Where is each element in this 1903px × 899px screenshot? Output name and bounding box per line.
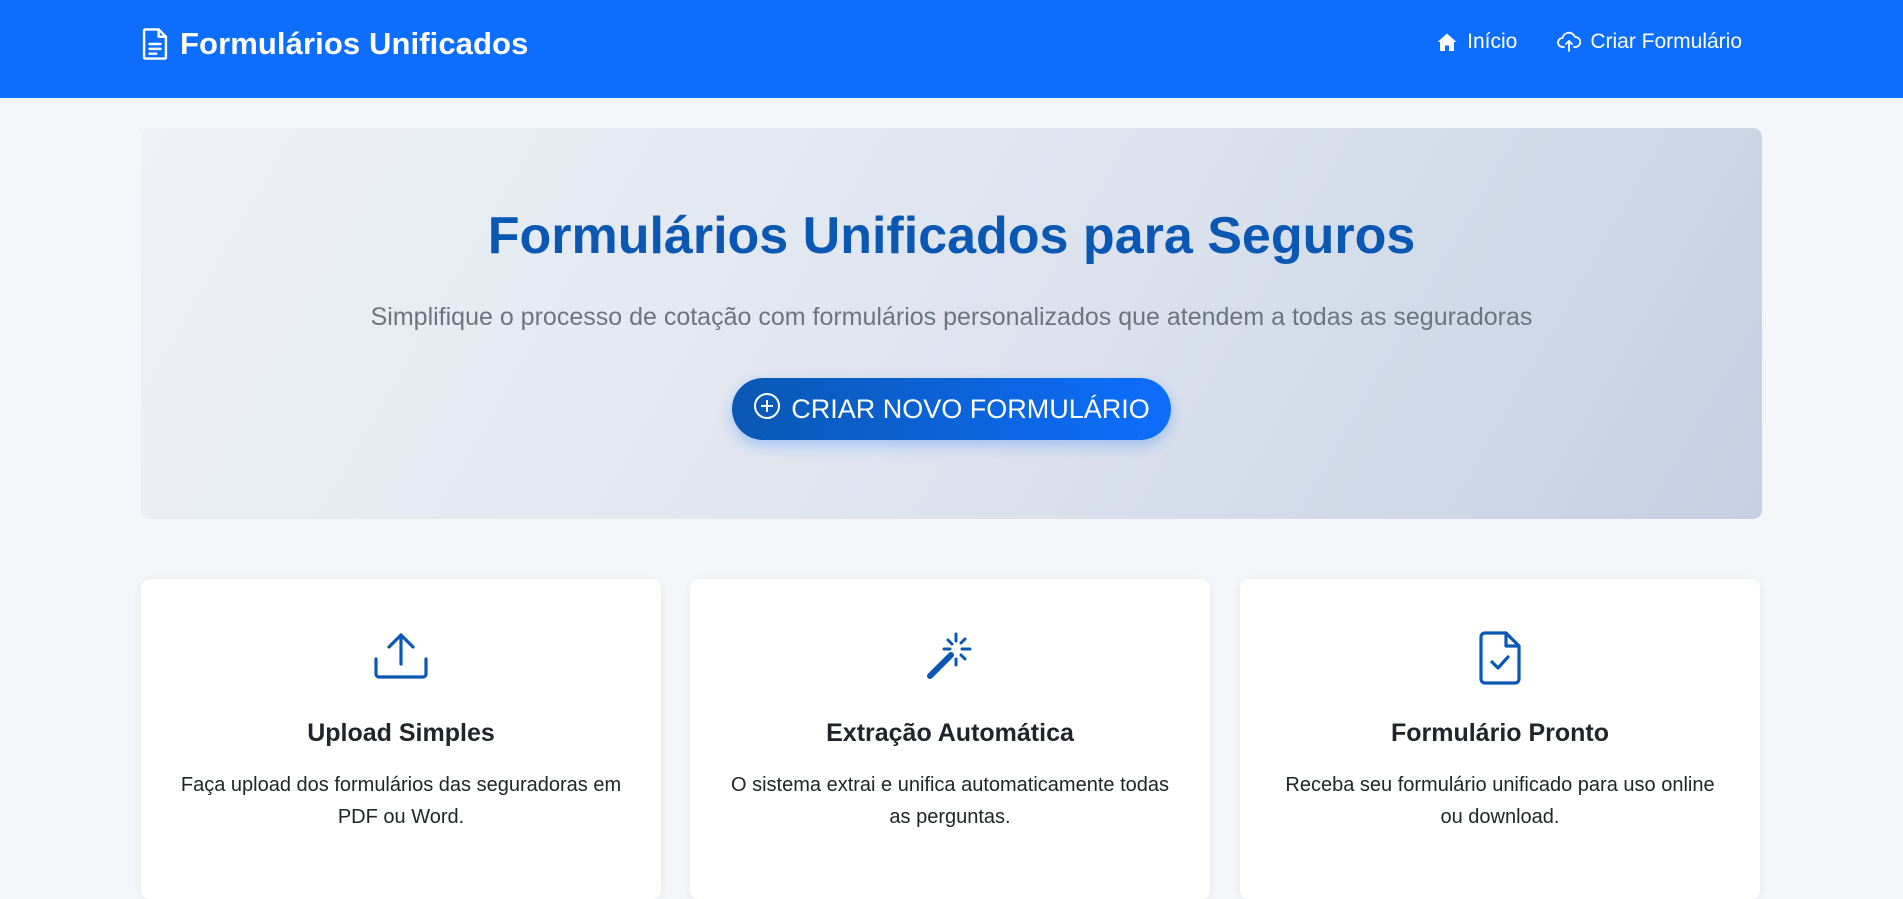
create-form-button-label: CRIAR NOVO FORMULÁRIO <box>791 393 1150 424</box>
document-icon <box>140 27 170 61</box>
hero-title: Formulários Unificados para Seguros <box>487 207 1416 265</box>
nav-links: Início Criar Formulário <box>1436 30 1742 54</box>
plus-circle-icon <box>753 392 781 427</box>
navbar: Formulários Unificados Início Criar Form… <box>0 0 1903 98</box>
nav-link-label: Início <box>1467 30 1518 53</box>
hero-subtitle: Simplifique o processo de cotação com fo… <box>370 303 1533 331</box>
nav-link-inicio[interactable]: Início <box>1436 30 1517 54</box>
feature-title: Formulário Pronto <box>1390 719 1610 747</box>
upload-icon <box>374 631 428 684</box>
nav-link-criar-formulario[interactable]: Criar Formulário <box>1557 30 1742 54</box>
home-icon <box>1436 32 1458 52</box>
cloud-upload-icon <box>1557 31 1582 53</box>
feature-card-extraction: Extração Automática O sistema extrai e u… <box>690 579 1210 899</box>
create-form-button[interactable]: CRIAR NOVO FORMULÁRIO <box>732 378 1171 440</box>
brand-link[interactable]: Formulários Unificados <box>140 26 528 62</box>
feature-title: Extração Automática <box>826 719 1074 747</box>
feature-card-ready-form: Formulário Pronto Receba seu formulário … <box>1240 579 1760 899</box>
feature-title: Upload Simples <box>307 719 495 747</box>
feature-text: O sistema extrai e unifica automaticamen… <box>731 774 1169 828</box>
nav-link-label: Criar Formulário <box>1590 30 1742 53</box>
file-check-icon <box>1479 631 1521 690</box>
hero-section: Formulários Unificados para Seguros Simp… <box>141 128 1762 519</box>
feature-text: Faça upload dos formulários das segurado… <box>180 774 622 828</box>
magic-wand-icon <box>924 631 976 686</box>
feature-card-upload: Upload Simples Faça upload dos formulári… <box>141 579 661 899</box>
feature-text: Receba seu formulário unificado para uso… <box>1285 774 1715 828</box>
brand-title: Formulários Unificados <box>180 26 529 61</box>
